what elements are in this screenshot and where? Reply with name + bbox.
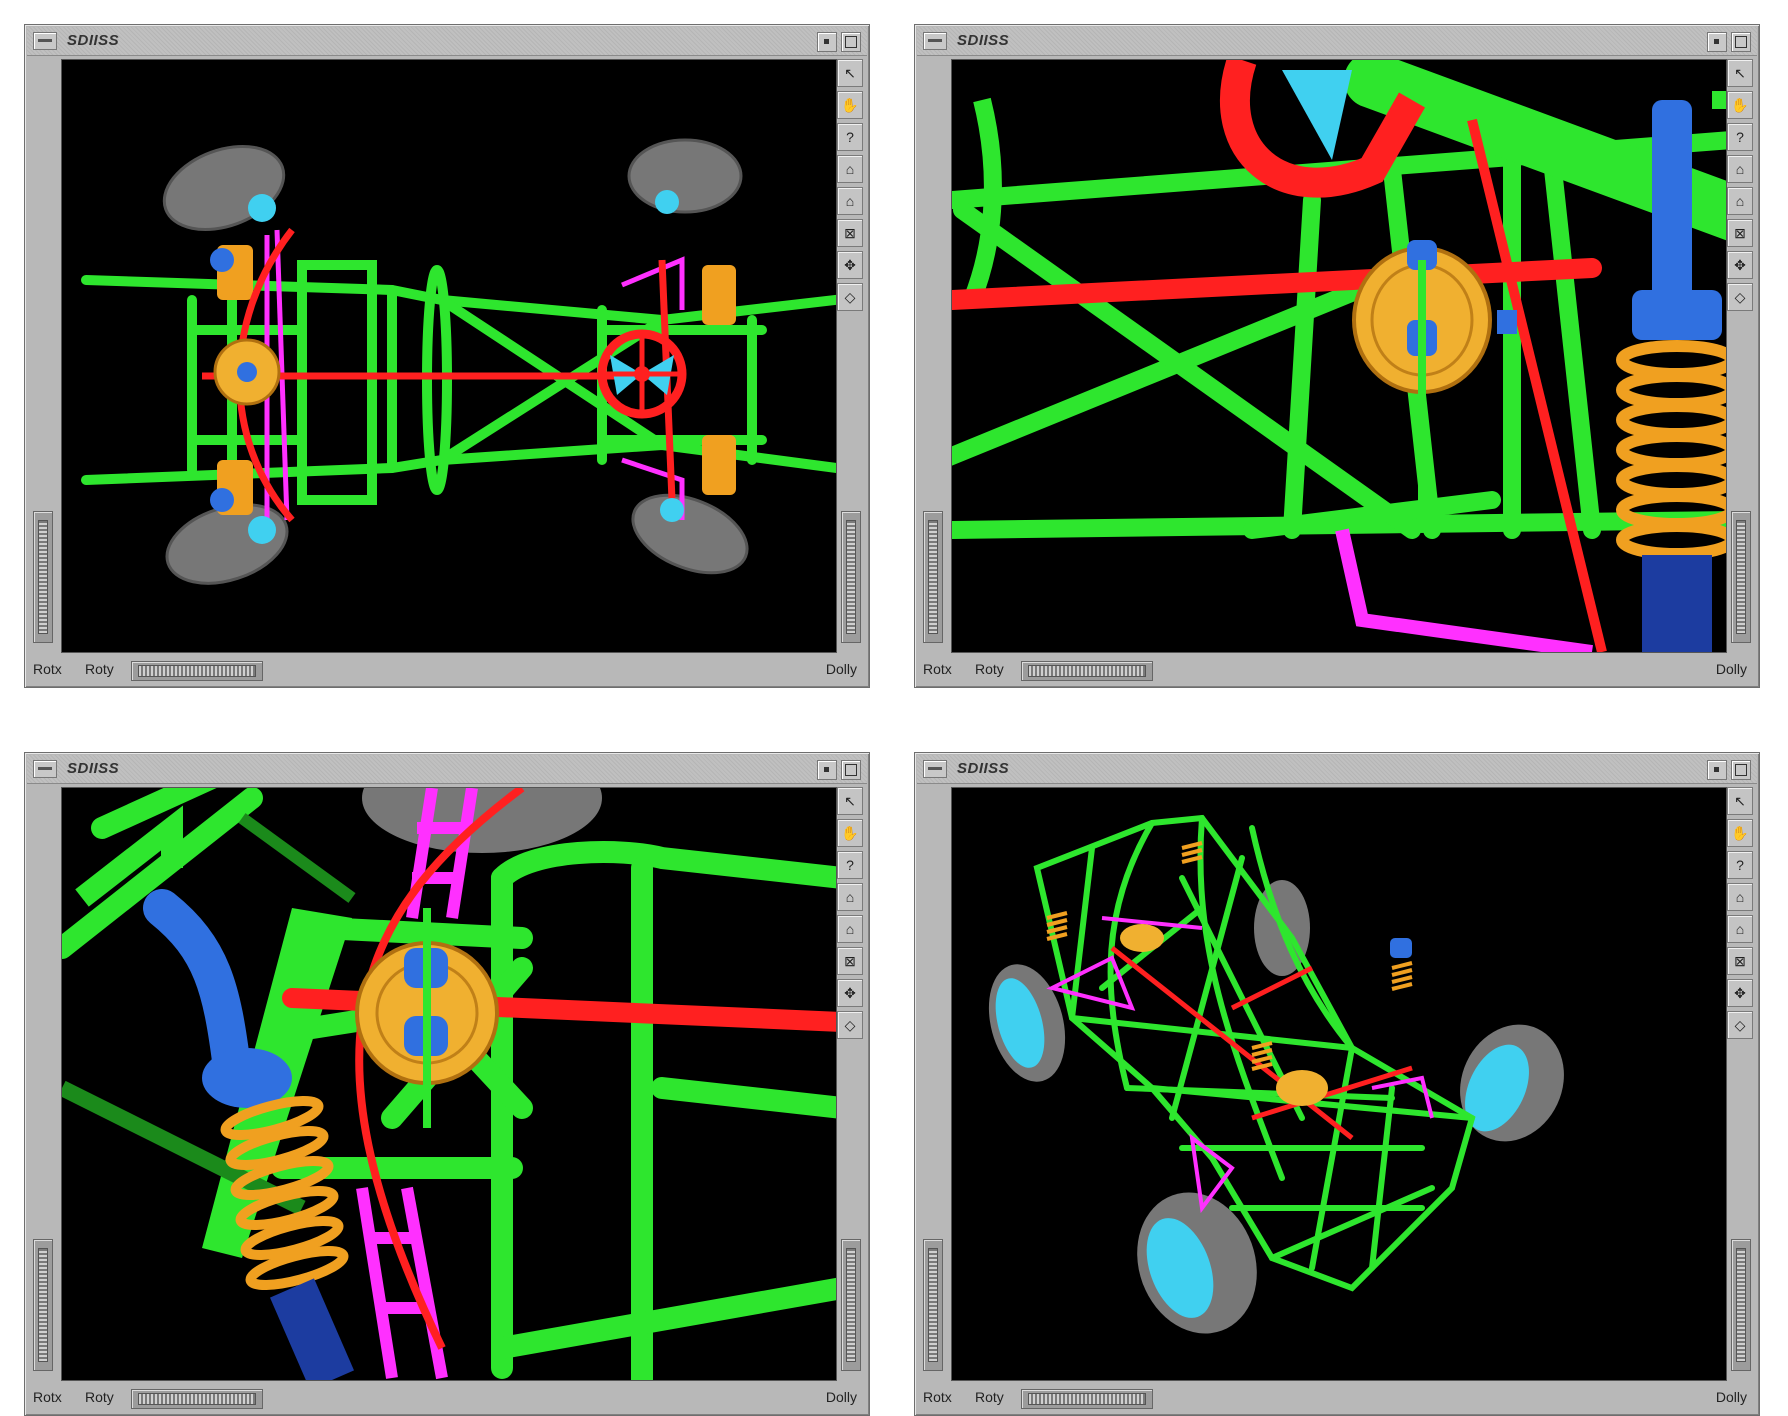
set-home-icon[interactable]: ⌂ <box>837 915 863 943</box>
roty-label: Roty <box>975 661 1004 677</box>
maximize-button[interactable] <box>841 760 861 780</box>
3d-viewport[interactable] <box>951 787 1727 1381</box>
home-icon[interactable]: ⌂ <box>1727 883 1753 911</box>
view-all-icon[interactable]: ⊠ <box>1727 947 1753 975</box>
viewer-toolbar: ↖ ✋ ? ⌂ ⌂ ⊠ ✥ ◇ <box>837 59 863 315</box>
hand-icon[interactable]: ✋ <box>1727 819 1753 847</box>
window-title: SDIISS <box>67 760 120 777</box>
dolly-thumbwheel[interactable] <box>841 511 861 643</box>
perspective-icon[interactable]: ◇ <box>1727 283 1753 311</box>
dolly-thumbwheel[interactable] <box>1731 511 1751 643</box>
viewer-window-top-left: SDIISS ↖ ✋ ? ⌂ ⌂ ⊠ ✥ ◇ Rotx Roty Dolly <box>24 24 870 688</box>
perspective-icon[interactable]: ◇ <box>1727 1011 1753 1039</box>
viewer-window-bottom-left: SDIISS ↖ ✋ ? ⌂ ⌂ ⊠ ✥ ◇ Rotx Roty Dolly <box>24 752 870 1416</box>
pointer-icon[interactable]: ↖ <box>1727 787 1753 815</box>
pointer-icon[interactable]: ↖ <box>1727 59 1753 87</box>
dolly-label: Dolly <box>825 1389 857 1405</box>
bottom-bar: Rotx Roty Dolly <box>27 1383 867 1413</box>
seek-icon[interactable]: ✥ <box>837 979 863 1007</box>
pointer-icon[interactable]: ↖ <box>837 787 863 815</box>
roty-thumbwheel[interactable] <box>131 661 263 681</box>
window-menu-button[interactable] <box>923 760 947 778</box>
window-menu-button[interactable] <box>33 32 57 50</box>
3d-viewport[interactable] <box>61 787 837 1381</box>
seek-icon[interactable]: ✥ <box>837 251 863 279</box>
rotx-thumbwheel[interactable] <box>33 1239 53 1371</box>
perspective-icon[interactable]: ◇ <box>837 1011 863 1039</box>
roty-thumbwheel[interactable] <box>1021 1389 1153 1409</box>
hand-icon[interactable]: ✋ <box>1727 91 1753 119</box>
front-suspension-closeup-view <box>62 788 836 1380</box>
window-title: SDIISS <box>957 760 1010 777</box>
viewer-toolbar: ↖ ✋ ? ⌂ ⌂ ⊠ ✥ ◇ <box>837 787 863 1043</box>
bottom-bar: Rotx Roty Dolly <box>917 655 1757 685</box>
dolly-thumbwheel[interactable] <box>841 1239 861 1371</box>
maximize-button[interactable] <box>1731 32 1751 52</box>
bottom-bar: Rotx Roty Dolly <box>27 655 867 685</box>
set-home-icon[interactable]: ⌂ <box>1727 915 1753 943</box>
help-icon[interactable]: ? <box>1727 123 1753 151</box>
home-icon[interactable]: ⌂ <box>837 883 863 911</box>
rotx-label: Rotx <box>33 661 62 677</box>
roty-thumbwheel[interactable] <box>131 1389 263 1409</box>
hand-icon[interactable]: ✋ <box>837 819 863 847</box>
viewer-toolbar: ↖ ✋ ? ⌂ ⌂ ⊠ ✥ ◇ <box>1727 59 1753 315</box>
viewer-window-top-right: SDIISS ↖ ✋ ? ⌂ ⌂ ⊠ ✥ ◇ Rotx Roty Dolly <box>914 24 1760 688</box>
title-bar[interactable]: SDIISS <box>917 27 1757 56</box>
dolly-label: Dolly <box>825 661 857 677</box>
rotx-thumbwheel[interactable] <box>923 1239 943 1371</box>
seek-icon[interactable]: ✥ <box>1727 251 1753 279</box>
help-icon[interactable]: ? <box>837 123 863 151</box>
rotx-label: Rotx <box>923 661 952 677</box>
pointer-icon[interactable]: ↖ <box>837 59 863 87</box>
dolly-thumbwheel[interactable] <box>1731 1239 1751 1371</box>
rotx-label: Rotx <box>923 1389 952 1405</box>
3d-viewport[interactable] <box>951 59 1727 653</box>
suspension-closeup-view <box>952 60 1726 652</box>
maximize-button[interactable] <box>1731 760 1751 780</box>
maximize-button[interactable] <box>841 32 861 52</box>
dolly-label: Dolly <box>1715 661 1747 677</box>
window-menu-button[interactable] <box>33 760 57 778</box>
help-icon[interactable]: ? <box>837 851 863 879</box>
set-home-icon[interactable]: ⌂ <box>837 187 863 215</box>
viewer-toolbar: ↖ ✋ ? ⌂ ⌂ ⊠ ✥ ◇ <box>1727 787 1753 1043</box>
title-bar[interactable]: SDIISS <box>27 27 867 56</box>
perspective-icon[interactable]: ◇ <box>837 283 863 311</box>
roty-label: Roty <box>975 1389 1004 1405</box>
help-icon[interactable]: ? <box>1727 851 1753 879</box>
title-bar[interactable]: SDIISS <box>27 755 867 784</box>
minimize-button[interactable] <box>1707 32 1727 52</box>
minimize-button[interactable] <box>817 760 837 780</box>
rotx-label: Rotx <box>33 1389 62 1405</box>
home-icon[interactable]: ⌂ <box>1727 155 1753 183</box>
roll-cage-perspective-view <box>988 814 1564 1334</box>
dolly-label: Dolly <box>1715 1389 1747 1405</box>
rotx-thumbwheel[interactable] <box>923 511 943 643</box>
home-icon[interactable]: ⌂ <box>837 155 863 183</box>
bottom-bar: Rotx Roty Dolly <box>917 1383 1757 1413</box>
minimize-button[interactable] <box>817 32 837 52</box>
view-all-icon[interactable]: ⊠ <box>837 219 863 247</box>
window-title: SDIISS <box>67 32 120 49</box>
view-all-icon[interactable]: ⊠ <box>1727 219 1753 247</box>
title-bar[interactable]: SDIISS <box>917 755 1757 784</box>
rotx-thumbwheel[interactable] <box>33 511 53 643</box>
set-home-icon[interactable]: ⌂ <box>1727 187 1753 215</box>
minimize-button[interactable] <box>1707 760 1727 780</box>
roty-thumbwheel[interactable] <box>1021 661 1153 681</box>
roty-label: Roty <box>85 1389 114 1405</box>
hand-icon[interactable]: ✋ <box>837 91 863 119</box>
window-title: SDIISS <box>957 32 1010 49</box>
3d-viewport[interactable] <box>61 59 837 653</box>
view-all-icon[interactable]: ⊠ <box>837 947 863 975</box>
window-menu-button[interactable] <box>923 32 947 50</box>
roty-label: Roty <box>85 661 114 677</box>
chassis-top-view <box>81 138 836 585</box>
seek-icon[interactable]: ✥ <box>1727 979 1753 1007</box>
viewer-window-bottom-right: SDIISS ↖ ✋ ? ⌂ ⌂ ⊠ ✥ ◇ Rotx Roty Dolly <box>914 752 1760 1416</box>
